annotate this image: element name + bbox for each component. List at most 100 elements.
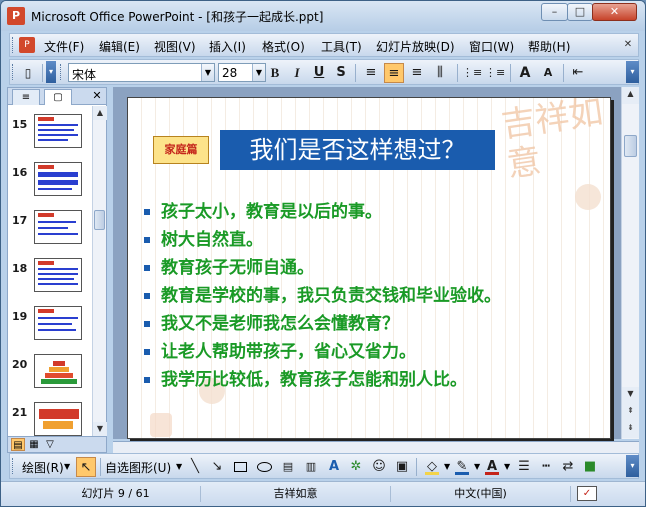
bullet-text: 我又不是老师我怎么会懂教育？: [161, 314, 399, 334]
menu-format[interactable]: 格式(O): [262, 38, 305, 55]
new-document-icon[interactable]: ▯: [18, 63, 38, 83]
grow-font-button[interactable]: A: [515, 63, 535, 83]
line-color-icon[interactable]: ✎: [452, 457, 472, 477]
distribute-button[interactable]: ⫼: [430, 63, 450, 83]
maximize-button[interactable]: □: [567, 3, 593, 21]
textbox-tool-icon[interactable]: ▤: [278, 457, 298, 477]
slide-sorter-view-icon[interactable]: ▦: [27, 438, 41, 451]
scrollbar-thumb[interactable]: [624, 135, 637, 157]
bullets-button[interactable]: ⋮≡: [485, 63, 505, 83]
menu-view[interactable]: 视图(V): [154, 38, 196, 55]
slide-thumbnail[interactable]: [34, 258, 82, 292]
shadow-button[interactable]: S: [331, 63, 351, 83]
chevron-down-icon[interactable]: ▼: [201, 64, 214, 81]
decrease-indent-button[interactable]: ⇤: [568, 63, 588, 83]
diagram-icon[interactable]: ✲: [346, 457, 366, 477]
spelling-status-icon[interactable]: ✓: [577, 486, 597, 501]
close-document-icon[interactable]: ✕: [622, 39, 634, 51]
close-button[interactable]: ✕: [592, 3, 637, 21]
scroll-down-icon[interactable]: ▼: [622, 387, 639, 404]
draw-menu-button[interactable]: 绘图(R): [22, 459, 64, 476]
menu-file[interactable]: 文件(F): [44, 38, 84, 55]
wordart-icon[interactable]: A: [324, 457, 344, 477]
rectangle-tool-icon[interactable]: [230, 457, 250, 477]
chevron-down-icon[interactable]: ▼: [176, 462, 182, 471]
select-objects-icon[interactable]: ↖: [76, 457, 96, 477]
font-name-combo[interactable]: 宋体 ▼: [68, 63, 215, 82]
numbering-button[interactable]: ⋮≡: [462, 63, 482, 83]
slide-tag[interactable]: 家庭篇: [153, 136, 209, 164]
vertical-textbox-icon[interactable]: ▥: [301, 457, 321, 477]
tab-outline[interactable]: ≡: [12, 89, 40, 105]
fill-color-icon[interactable]: ◇: [422, 457, 442, 477]
notes-pane[interactable]: [113, 441, 639, 453]
insert-picture-icon[interactable]: ▣: [392, 457, 412, 477]
title-bar[interactable]: P Microsoft Office PowerPoint - [和孩子一起成长…: [1, 1, 645, 31]
scrollbar-thumb[interactable]: [94, 210, 105, 230]
close-icon[interactable]: ✕: [90, 89, 104, 103]
chevron-down-icon[interactable]: ▼: [504, 462, 510, 471]
shrink-font-button[interactable]: A: [538, 63, 558, 83]
align-right-button[interactable]: ≡: [407, 63, 427, 83]
status-design-template[interactable]: 吉祥如意: [201, 486, 391, 502]
bullet-marker-icon: [144, 321, 150, 327]
slide-thumbnail[interactable]: [34, 114, 82, 148]
tab-slides[interactable]: ▢: [44, 89, 72, 105]
slide-title[interactable]: 我们是否这样想过？: [220, 130, 495, 170]
document-icon[interactable]: P: [19, 37, 35, 53]
slide-thumbnail[interactable]: [34, 210, 82, 244]
menu-help[interactable]: 帮助(H): [528, 38, 570, 55]
powerpoint-icon[interactable]: P: [7, 7, 25, 25]
underline-button[interactable]: U: [309, 63, 329, 83]
align-left-button[interactable]: ≡: [361, 63, 381, 83]
italic-button[interactable]: I: [287, 63, 307, 83]
status-language[interactable]: 中文(中国): [391, 486, 571, 502]
arrow-tool-icon[interactable]: ↘: [207, 457, 227, 477]
chevron-down-icon[interactable]: ▼: [444, 462, 450, 471]
toolbar-options-icon[interactable]: ▾: [46, 61, 56, 83]
slide-scrollbar[interactable]: ▲ ▼ ⇞ ⇟: [621, 87, 639, 439]
clipart-icon[interactable]: ☺: [369, 457, 389, 477]
slideshow-view-icon[interactable]: ▽: [43, 438, 57, 451]
autoshapes-menu-button[interactable]: 自选图形(U): [105, 459, 171, 476]
chevron-down-icon[interactable]: ▼: [64, 462, 70, 471]
previous-slide-icon[interactable]: ⇞: [622, 404, 639, 421]
toolbar-options-icon[interactable]: ▾: [626, 455, 639, 477]
next-slide-icon[interactable]: ⇟: [622, 421, 639, 438]
menu-slideshow[interactable]: 幻灯片放映(D): [376, 38, 455, 55]
oval-tool-icon[interactable]: [254, 457, 274, 477]
slide-thumbnail[interactable]: [34, 354, 82, 388]
line-style-icon[interactable]: ☰: [514, 457, 534, 477]
scroll-up-icon[interactable]: ▲: [622, 87, 639, 104]
arrow-style-icon[interactable]: ⇄: [558, 457, 578, 477]
toolbar-separator: [100, 458, 101, 476]
chevron-down-icon[interactable]: ▼: [252, 64, 265, 81]
thumbnails-scrollbar[interactable]: ▲ ▼: [92, 106, 107, 436]
slide-thumbnail[interactable]: [34, 402, 82, 436]
slide-thumbnail[interactable]: [34, 162, 82, 196]
minimize-button[interactable]: –: [541, 3, 568, 21]
current-slide[interactable]: 吉祥如意 家庭篇 我们是否这样想过？ 孩子太小，教育是以后的事。 树大自然直。 …: [127, 97, 611, 439]
normal-view-icon[interactable]: ▤: [11, 438, 25, 451]
toolbar-grip[interactable]: [60, 64, 63, 80]
dash-style-icon[interactable]: ┅: [536, 457, 556, 477]
menu-insert[interactable]: 插入(I): [209, 38, 246, 55]
toolbar-grip[interactable]: [12, 37, 15, 53]
scroll-up-icon[interactable]: ▲: [93, 106, 107, 120]
menu-edit[interactable]: 编辑(E): [99, 38, 140, 55]
toolbar-grip[interactable]: [12, 64, 15, 80]
toolbar-options-icon[interactable]: ▾: [626, 61, 639, 83]
chevron-down-icon[interactable]: ▼: [474, 462, 480, 471]
menu-tools[interactable]: 工具(T): [321, 38, 362, 55]
menu-window[interactable]: 窗口(W): [469, 38, 514, 55]
slide-thumbnail[interactable]: [34, 306, 82, 340]
toolbar-grip[interactable]: [12, 458, 15, 474]
bold-button[interactable]: B: [265, 63, 285, 83]
scroll-down-icon[interactable]: ▼: [93, 422, 107, 436]
shadow-style-icon[interactable]: ■: [580, 457, 600, 477]
align-center-button[interactable]: ≡: [384, 63, 404, 83]
line-tool-icon[interactable]: ╲: [185, 457, 205, 477]
font-color-icon[interactable]: A: [482, 457, 502, 477]
font-size-combo[interactable]: 28 ▼: [218, 63, 266, 82]
bullet-list[interactable]: 孩子太小，教育是以后的事。 树大自然直。 教育孩子无师自通。 教育是学校的事，我…: [144, 198, 610, 394]
